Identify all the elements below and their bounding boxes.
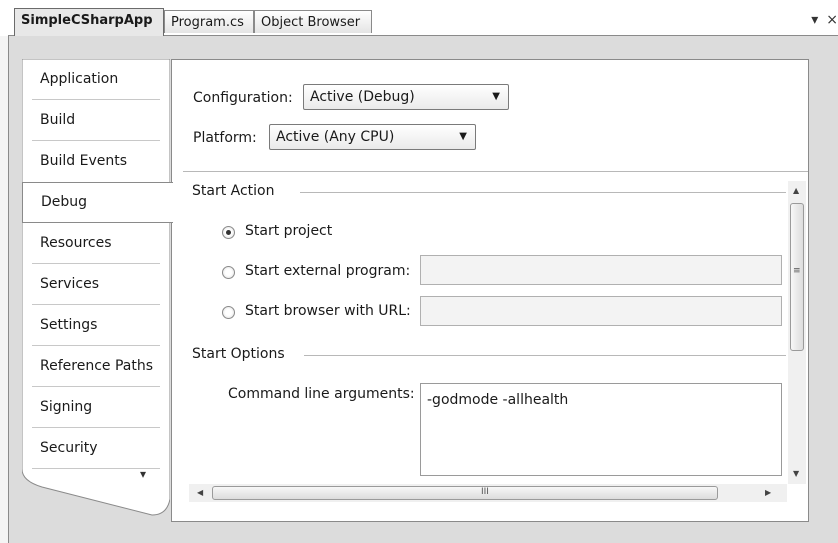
- radio-selected-dot: [226, 230, 231, 235]
- platform-value: Active (Any CPU): [276, 129, 395, 145]
- tab-simplecsharpapp[interactable]: SimpleCSharpApp: [14, 8, 164, 36]
- start-browser-url-label: Start browser with URL:: [245, 303, 411, 319]
- tab-program-cs[interactable]: Program.cs: [164, 10, 254, 33]
- sidebar-item-services[interactable]: Services: [22, 264, 170, 305]
- start-external-program-label: Start external program:: [245, 263, 411, 279]
- sidebar-item-security[interactable]: Security: [22, 428, 170, 469]
- config-separator: [183, 171, 808, 172]
- scroll-up-icon[interactable]: ▲: [793, 186, 799, 195]
- configuration-dropdown[interactable]: Active (Debug) ▼: [303, 84, 509, 110]
- sidebar-item-build-events[interactable]: Build Events: [22, 141, 170, 182]
- document-tab-strip: SimpleCSharpApp Program.cs Object Browse…: [0, 0, 838, 36]
- sidebar-item-signing[interactable]: Signing: [22, 387, 170, 428]
- external-program-field[interactable]: [420, 255, 782, 285]
- start-project-radio[interactable]: [222, 226, 235, 239]
- configuration-label: Configuration:: [193, 90, 293, 106]
- start-project-label: Start project: [245, 223, 333, 239]
- chevron-down-icon: ▼: [459, 131, 467, 142]
- close-icon[interactable]: ×: [826, 12, 838, 28]
- scroll-right-icon[interactable]: ▶: [765, 488, 771, 497]
- vertical-scrollbar[interactable]: ▲ ≡ ▼: [788, 181, 806, 484]
- platform-dropdown[interactable]: Active (Any CPU) ▼: [269, 124, 476, 150]
- configuration-value: Active (Debug): [310, 89, 415, 105]
- project-properties-window: SimpleCSharpApp Program.cs Object Browse…: [0, 0, 838, 543]
- sidebar-item-settings[interactable]: Settings: [22, 305, 170, 346]
- vertical-scroll-thumb[interactable]: ≡: [790, 203, 804, 351]
- tab-object-browser[interactable]: Object Browser: [254, 10, 372, 33]
- start-action-title: Start Action: [192, 183, 275, 199]
- sidebar-item-resources[interactable]: Resources: [22, 223, 170, 264]
- sidebar-item-reference-paths[interactable]: Reference Paths: [22, 346, 170, 387]
- scroll-left-icon[interactable]: ◀: [197, 488, 203, 497]
- start-options-title: Start Options: [192, 346, 285, 362]
- sidebar-item-build[interactable]: Build: [22, 100, 170, 141]
- start-options-rule: [304, 355, 786, 356]
- command-line-args-field[interactable]: -godmode -allhealth: [420, 383, 782, 476]
- platform-label: Platform:: [193, 130, 257, 146]
- overflow-chevron-icon[interactable]: ▾: [140, 467, 146, 481]
- start-action-rule: [300, 192, 786, 193]
- start-browser-url-radio[interactable]: [222, 306, 235, 319]
- start-external-program-radio[interactable]: [222, 266, 235, 279]
- property-pages-nav: Application Build Build Events Debug Res…: [22, 59, 173, 519]
- browser-url-field[interactable]: [420, 296, 782, 326]
- scroll-down-icon[interactable]: ▼: [793, 469, 799, 478]
- chevron-down-icon[interactable]: ▾: [811, 12, 818, 28]
- horizontal-scrollbar[interactable]: ◀ III ▶: [189, 484, 787, 502]
- grip-icon: ≡: [793, 266, 801, 276]
- grip-icon: III: [481, 487, 489, 497]
- chevron-down-icon: ▼: [492, 91, 500, 102]
- sidebar-item-application[interactable]: Application: [22, 59, 170, 100]
- sidebar-item-debug[interactable]: Debug: [22, 182, 173, 223]
- command-line-args-label: Command line arguments:: [228, 386, 415, 402]
- horizontal-scroll-thumb[interactable]: III: [212, 486, 718, 500]
- tab-strip-controls: ▾ ×: [803, 12, 838, 28]
